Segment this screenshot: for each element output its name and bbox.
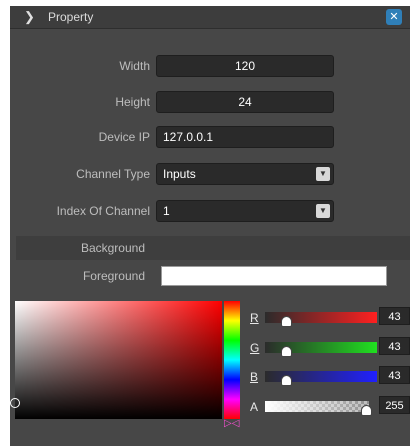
- index-of-channel-label: Index Of Channel: [56, 204, 150, 218]
- r-slider-handle[interactable]: [281, 316, 292, 327]
- b-slider-handle[interactable]: [281, 375, 292, 386]
- g-channel-label: G: [250, 341, 260, 355]
- device-ip-input[interactable]: 127.0.0.1: [156, 126, 334, 148]
- device-ip-label: Device IP: [98, 130, 150, 144]
- property-panel: ❯ Property ✕ Width 120 Height 24 Device …: [10, 6, 410, 446]
- chevron-down-icon[interactable]: ▼: [316, 167, 330, 181]
- a-channel-label: A: [250, 400, 259, 414]
- b-channel-label: B: [250, 370, 259, 384]
- foreground-color-swatch[interactable]: [161, 266, 387, 286]
- g-value-input[interactable]: 43: [379, 337, 410, 355]
- width-label: Width: [119, 59, 150, 73]
- saturation-value-area[interactable]: [15, 301, 222, 419]
- index-of-channel-value: 1: [163, 204, 170, 218]
- hue-slider[interactable]: [224, 301, 240, 419]
- title-bar: ❯ Property ✕: [10, 6, 410, 29]
- panel-title: Property: [48, 10, 94, 24]
- width-input[interactable]: 120: [156, 55, 334, 77]
- chevron-down-icon[interactable]: ▼: [316, 204, 330, 218]
- channel-type-label: Channel Type: [76, 167, 150, 181]
- close-icon[interactable]: ✕: [386, 9, 402, 25]
- g-slider-handle[interactable]: [281, 346, 292, 357]
- a-slider[interactable]: [265, 401, 372, 416]
- height-label: Height: [115, 95, 150, 109]
- r-value-input[interactable]: 43: [379, 307, 410, 325]
- foreground-label: Foreground: [82, 269, 145, 283]
- channel-type-value: Inputs: [163, 167, 196, 181]
- hue-slider-handle[interactable]: ▷◁: [224, 418, 239, 429]
- index-of-channel-select[interactable]: 1 ▼: [156, 200, 334, 222]
- a-slider-handle[interactable]: [361, 405, 372, 416]
- r-slider[interactable]: [265, 312, 377, 327]
- height-input[interactable]: 24: [156, 91, 334, 113]
- r-channel-label: R: [250, 311, 259, 325]
- chevron-right-icon[interactable]: ❯: [24, 9, 35, 25]
- background-label: Background: [80, 241, 145, 255]
- g-slider[interactable]: [265, 342, 377, 357]
- saturation-value-handle[interactable]: [10, 398, 20, 408]
- b-slider[interactable]: [265, 371, 377, 386]
- channel-type-select[interactable]: Inputs ▼: [156, 163, 334, 185]
- a-value-input[interactable]: 255: [379, 396, 410, 414]
- b-value-input[interactable]: 43: [379, 366, 410, 384]
